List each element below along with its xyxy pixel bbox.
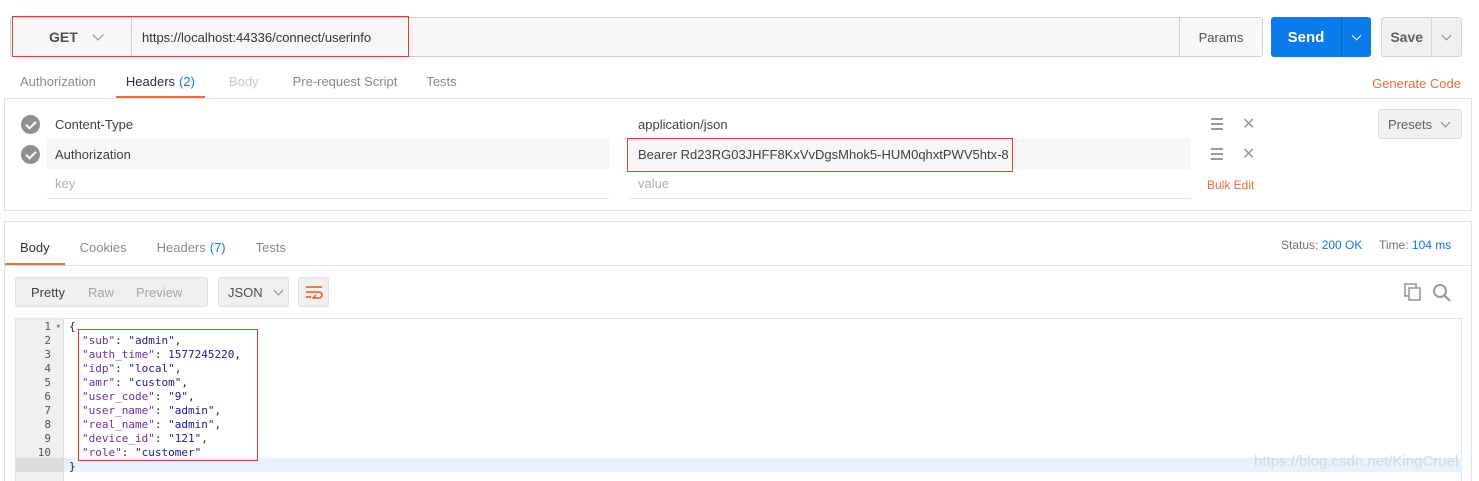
- header-value[interactable]: application/json: [629, 109, 1191, 139]
- language-label: JSON: [228, 284, 263, 300]
- tab-label: Body: [20, 240, 50, 255]
- chevron-down-icon: [1441, 30, 1452, 40]
- send-label: Send: [1287, 28, 1325, 46]
- check-circle-icon[interactable]: [21, 115, 40, 134]
- tab-label: Body: [228, 73, 259, 89]
- save-dropdown[interactable]: [1431, 18, 1461, 56]
- menu-icon[interactable]: [1211, 118, 1223, 130]
- tab-label: Cookies: [79, 240, 127, 255]
- format-pretty[interactable]: Pretty: [16, 278, 80, 306]
- tab-label: Authorization: [20, 73, 96, 89]
- tab-tests[interactable]: Tests: [416, 63, 466, 99]
- tab-count: (2): [179, 73, 195, 89]
- header-key[interactable]: Authorization: [47, 139, 609, 169]
- tab-label: Tests: [426, 73, 457, 89]
- line-number: 7: [44, 404, 51, 417]
- tab-label: Headers: [156, 240, 206, 255]
- language-select[interactable]: JSON: [218, 277, 289, 307]
- tab-count: (7): [209, 240, 226, 255]
- tab-authorization[interactable]: Authorization: [10, 63, 106, 99]
- highlight-box-url: [12, 16, 409, 57]
- check-circle-icon[interactable]: [21, 145, 40, 164]
- header-row-new: key value Bulk Edit: [5, 169, 1465, 199]
- line-number: 8: [44, 418, 51, 431]
- tab-response-tests[interactable]: Tests: [241, 229, 301, 266]
- chevron-down-icon: [1440, 117, 1451, 127]
- params-button[interactable]: Params: [1179, 18, 1262, 56]
- wrap-icon: [305, 286, 323, 299]
- tab-pre-request-script[interactable]: Pre-request Script: [283, 63, 408, 99]
- bulk-edit-link[interactable]: Bulk Edit: [1207, 178, 1254, 192]
- tab-response-body[interactable]: Body: [5, 229, 65, 266]
- line-number: 6: [44, 390, 51, 403]
- generate-code-link[interactable]: Generate Code: [1372, 76, 1461, 91]
- presets-button[interactable]: Presets: [1378, 109, 1462, 139]
- line-number: 5: [44, 376, 51, 389]
- watermark: https://blog.csdn.net/KingCruel: [1254, 453, 1459, 470]
- tab-label: Pre-request Script: [292, 73, 398, 89]
- chevron-down-icon: [273, 285, 284, 295]
- code-token: {: [69, 320, 76, 333]
- line-number: 9: [44, 432, 51, 445]
- tab-cookies[interactable]: Cookies: [65, 229, 142, 266]
- response-tabs: Body Cookies Headers (7) Tests: [5, 229, 301, 266]
- line-number: 4: [44, 362, 51, 375]
- line-gutter: 1234567891011: [16, 319, 64, 481]
- close-icon[interactable]: ✕: [1242, 144, 1255, 164]
- code-line: }: [69, 460, 76, 474]
- menu-icon[interactable]: [1211, 148, 1223, 160]
- header-key[interactable]: Content-Type: [47, 109, 609, 139]
- tab-headers[interactable]: Headers (2): [115, 63, 205, 99]
- request-tabs: Authorization Headers (2) Body Pre-reques…: [10, 63, 467, 99]
- time-readout: Time: 104 ms: [1379, 238, 1451, 252]
- send-button[interactable]: Send: [1271, 17, 1371, 57]
- time-value: 104 ms: [1411, 238, 1452, 252]
- copy-icon[interactable]: [1404, 283, 1422, 301]
- header-row: Content-Type application/json ✕: [5, 109, 1465, 139]
- status-value: 200 OK: [1321, 238, 1363, 252]
- save-label: Save: [1390, 29, 1424, 45]
- tab-label: Headers: [125, 73, 176, 89]
- new-value-input[interactable]: value: [629, 169, 1191, 199]
- status-label: Status:: [1281, 238, 1319, 252]
- search-icon[interactable]: [1432, 283, 1451, 302]
- chevron-down-icon: [1351, 30, 1362, 40]
- code-token: }: [69, 460, 76, 473]
- tab-label: Tests: [255, 240, 286, 255]
- divider: [5, 265, 1471, 266]
- line-number: 3: [44, 348, 51, 361]
- code-line: {: [69, 320, 76, 334]
- save-button[interactable]: Save: [1381, 17, 1462, 57]
- highlight-box-response: [78, 329, 258, 461]
- wrap-button[interactable]: [298, 277, 329, 307]
- send-dropdown[interactable]: [1341, 17, 1371, 57]
- status-readout: Status: 200 OK: [1281, 238, 1362, 252]
- highlight-box-authorization: [627, 138, 1013, 172]
- new-key-input[interactable]: key: [47, 169, 609, 199]
- line-number: 1: [21, 320, 61, 334]
- format-preview[interactable]: Preview: [122, 278, 190, 306]
- close-icon[interactable]: ✕: [1242, 114, 1255, 134]
- format-raw[interactable]: Raw: [80, 278, 122, 306]
- line-number: 2: [44, 334, 51, 347]
- time-label: Time:: [1379, 238, 1409, 252]
- tab-response-headers[interactable]: Headers (7): [142, 229, 241, 266]
- tab-body[interactable]: Body: [219, 63, 269, 99]
- presets-label: Presets: [1388, 116, 1433, 132]
- format-toggle: Pretty Raw Preview: [15, 277, 208, 307]
